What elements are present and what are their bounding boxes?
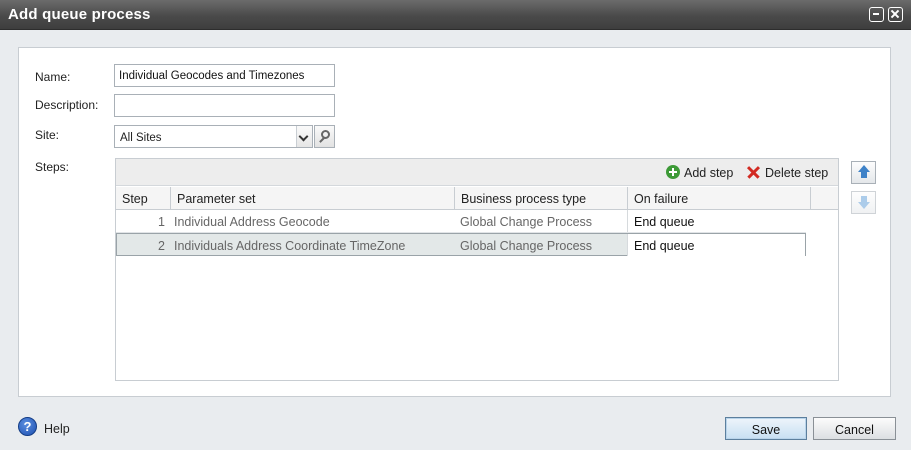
cancel-button[interactable]: Cancel: [813, 417, 896, 440]
steps-table-header: Step Parameter set Business process type…: [116, 187, 838, 210]
move-up-button[interactable]: [851, 161, 876, 184]
arrow-up-icon: [858, 165, 870, 179]
column-header-process-type[interactable]: Business process type: [455, 187, 628, 209]
delete-step-button[interactable]: Delete step: [765, 166, 828, 180]
dialog-titlebar: Add queue process: [0, 0, 911, 30]
add-step-button[interactable]: Add step: [684, 166, 733, 180]
help-link[interactable]: Help: [44, 422, 70, 436]
steps-grid: Add step Delete step Step Parameter set …: [115, 158, 839, 381]
delete-icon[interactable]: [746, 165, 760, 179]
table-row-selected[interactable]: 2 Individuals Address Coordinate TimeZon…: [116, 233, 806, 256]
cell-parameter-set: Individual Address Geocode: [174, 215, 330, 229]
move-down-button[interactable]: [851, 191, 876, 214]
add-icon[interactable]: [666, 165, 680, 179]
site-label: Site:: [35, 128, 60, 142]
steps-label: Steps:: [35, 160, 70, 174]
column-header-step[interactable]: Step: [116, 187, 171, 209]
cell-on-failure[interactable]: End queue: [627, 234, 805, 256]
site-select[interactable]: All Sites: [114, 125, 313, 148]
cell-process-type: Global Change Process: [460, 215, 593, 229]
column-header-parameter-set[interactable]: Parameter set: [171, 187, 455, 209]
restore-icon[interactable]: [869, 7, 884, 22]
dialog-title: Add queue process: [8, 6, 151, 23]
steps-toolbar: Add step Delete step: [116, 159, 838, 186]
description-label: Description:: [35, 98, 99, 112]
cell-process-type: Global Change Process: [460, 239, 593, 253]
search-icon-handle: [319, 137, 325, 143]
cell-step: 1: [158, 215, 165, 229]
chevron-down-icon[interactable]: [296, 126, 312, 147]
table-row[interactable]: 1 Individual Address Geocode Global Chan…: [116, 210, 806, 233]
cell-on-failure[interactable]: End queue: [627, 210, 806, 232]
save-button[interactable]: Save: [725, 417, 807, 440]
site-select-value: All Sites: [120, 132, 162, 144]
cell-step: 2: [158, 239, 165, 253]
name-input[interactable]: Individual Geocodes and Timezones: [114, 64, 335, 87]
column-header-on-failure[interactable]: On failure: [628, 187, 811, 209]
arrow-down-icon: [858, 196, 870, 210]
close-icon[interactable]: [888, 7, 903, 22]
cell-parameter-set: Individuals Address Coordinate TimeZone: [174, 239, 406, 253]
search-icon[interactable]: [314, 125, 335, 148]
description-input[interactable]: [114, 94, 335, 117]
name-label: Name:: [35, 70, 71, 84]
help-icon[interactable]: ?: [18, 417, 37, 436]
